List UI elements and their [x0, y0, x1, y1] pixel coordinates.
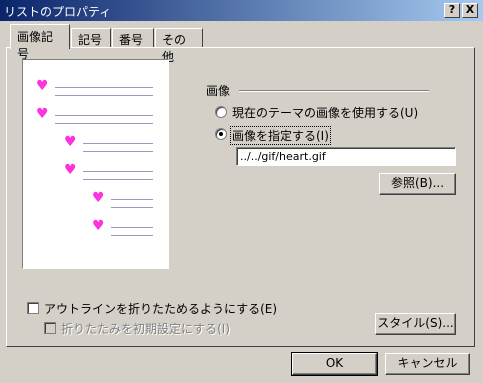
tab-strip: 画像記号 記号 番号 その他 — [0, 24, 483, 64]
close-button[interactable]: X — [462, 3, 478, 18]
window-title: リストのプロパティ — [4, 5, 112, 19]
cancel-button[interactable]: キャンセル — [385, 353, 470, 375]
tab-other[interactable]: その他 — [155, 28, 203, 64]
tab-number[interactable]: 番号 — [112, 28, 154, 48]
tab-panel — [6, 47, 475, 347]
tab-image-bullet[interactable]: 画像記号 — [10, 24, 70, 61]
ok-button[interactable]: OK — [291, 352, 378, 376]
tab-bullet[interactable]: 記号 — [71, 28, 111, 48]
title-bar: リストのプロパティ ? X — [0, 0, 483, 22]
help-button[interactable]: ? — [444, 3, 460, 18]
